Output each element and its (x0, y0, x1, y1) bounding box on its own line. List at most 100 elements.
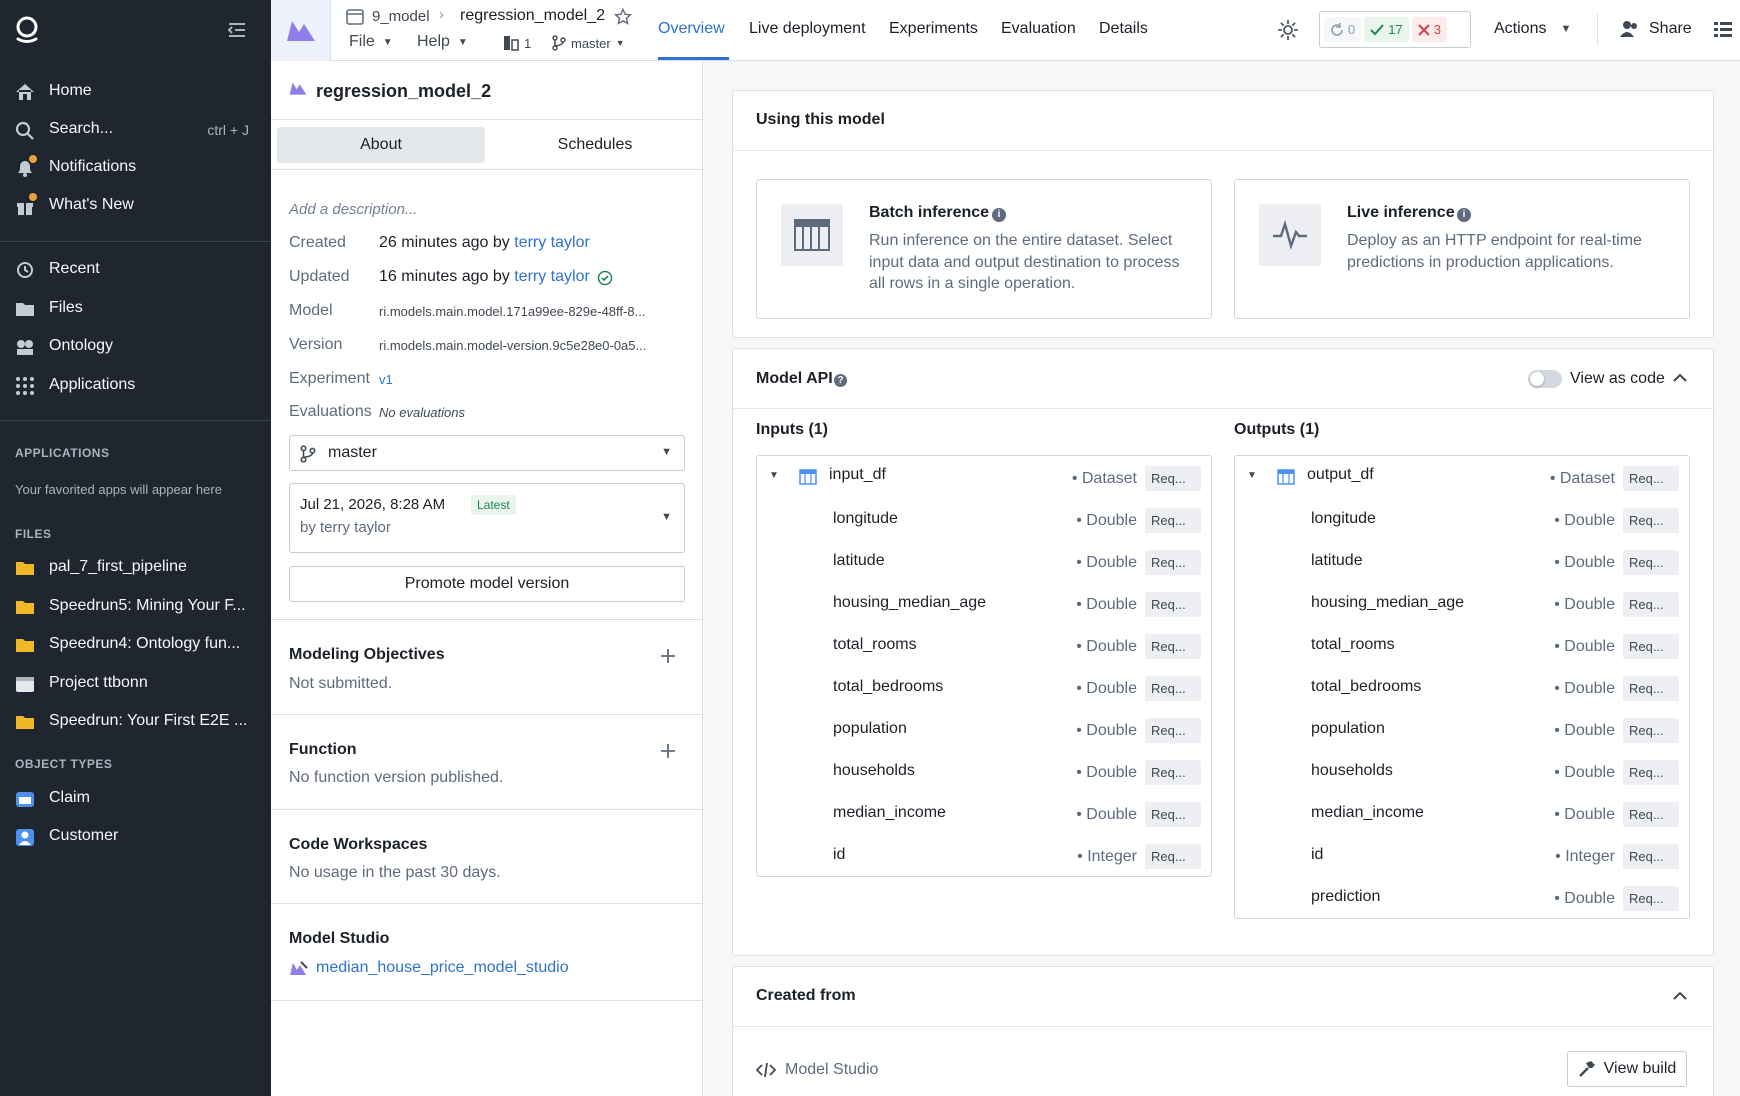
output-field-row[interactable]: latitude • Double Req... (1235, 540, 1689, 582)
info-icon[interactable]: i (992, 208, 1006, 222)
panel-list-icon[interactable] (1713, 20, 1733, 40)
output-field-row[interactable]: households • Double Req... (1235, 750, 1689, 792)
caret-down-icon[interactable]: ▼ (1247, 470, 1257, 481)
caret-down-icon[interactable]: ▼ (769, 470, 779, 481)
input-field-row[interactable]: total_rooms • Double Req... (757, 624, 1211, 666)
tab-overview[interactable]: Overview (658, 20, 725, 38)
nav-item-applications[interactable]: Applications (0, 368, 271, 404)
input-field-row[interactable]: households • Double Req... (757, 750, 1211, 792)
output-field-row[interactable]: total_bedrooms • Double Req... (1235, 666, 1689, 708)
nav-item-whats-new[interactable]: What's New (0, 188, 271, 224)
file-label: Speedrun: Your First E2E ... (49, 712, 248, 729)
nav-file-item[interactable]: Speedrun5: Mining Your F... (0, 589, 271, 625)
required-badge: Req... (1623, 718, 1679, 743)
model-studio-title: Model Studio (289, 930, 390, 947)
batch-inference-description: Run inference on the entire dataset. Sel… (869, 232, 1180, 292)
file-menu[interactable]: File ▼ (349, 33, 393, 51)
nav-item-ontology[interactable]: Ontology (0, 329, 271, 365)
breadcrumb-parent[interactable]: 9_model (372, 8, 430, 25)
chevron-down-icon: ▼ (457, 36, 468, 48)
tab-live-deployment[interactable]: Live deployment (749, 20, 866, 38)
version-count-button[interactable]: 1 (503, 35, 531, 51)
history-icon (17, 262, 33, 278)
promote-model-version-button[interactable]: Promote model version (289, 566, 685, 602)
description-input[interactable]: Add a description... (289, 201, 417, 218)
tab-experiments[interactable]: Experiments (889, 20, 978, 38)
input-field-name: latitude (833, 552, 885, 569)
nav-file-item[interactable]: Speedrun4: Ontology fun... (0, 627, 271, 663)
branch-selector[interactable]: master ▼ (552, 35, 625, 51)
nav-file-item[interactable]: pal_7_first_pipeline (0, 550, 271, 586)
experiment-link[interactable]: v1 (379, 372, 393, 387)
input-field-row[interactable]: housing_median_age • Double Req... (757, 582, 1211, 624)
tab-about[interactable]: About (277, 127, 485, 163)
branch-icon (552, 35, 566, 51)
live-inference-card[interactable]: Live inference i Deploy as an HTTP endpo… (1234, 179, 1690, 319)
output-field-row[interactable]: housing_median_age • Double Req... (1235, 582, 1689, 624)
add-objective-plus-icon[interactable] (660, 648, 676, 664)
output-field-row[interactable]: prediction • Double Req... (1235, 876, 1689, 918)
input-field-row[interactable]: total_bedrooms • Double Req... (757, 666, 1211, 708)
view-build-button[interactable]: View build (1567, 1051, 1687, 1087)
nav-object-type-claim[interactable]: Claim (0, 781, 271, 817)
input-field-row[interactable]: population • Double Req... (757, 708, 1211, 750)
input-field-type: • Double (1076, 722, 1137, 739)
evaluations-value: No evaluations (379, 405, 465, 420)
input-field-row[interactable]: latitude • Double Req... (757, 540, 1211, 582)
share-button[interactable]: Share (1619, 20, 1692, 38)
nav-file-item[interactable]: Speedrun: Your First E2E ... (0, 704, 271, 740)
input-dataset-name: input_df (829, 466, 886, 483)
view-as-code-toggle[interactable] (1528, 370, 1562, 388)
model-icon (287, 21, 315, 41)
input-field-row[interactable]: id • Integer Req... (757, 834, 1211, 876)
nav-item-files[interactable]: Files (0, 291, 271, 327)
input-field-type: • Double (1076, 596, 1137, 613)
output-dataset-row[interactable]: ▼ output_df • Dataset Req... (1235, 456, 1689, 498)
input-field-row[interactable]: longitude • Double Req... (757, 498, 1211, 540)
settings-icon[interactable] (1277, 19, 1299, 41)
output-field-row[interactable]: total_rooms • Double Req... (1235, 624, 1689, 666)
input-dataset-row[interactable]: ▼ input_df • Dataset Req... (757, 456, 1211, 498)
input-field-type: • Integer (1077, 848, 1137, 865)
logo-icon[interactable] (12, 14, 42, 44)
output-field-row[interactable]: longitude • Double Req... (1235, 498, 1689, 540)
info-icon[interactable]: i (1457, 208, 1471, 222)
nav-item-recent[interactable]: Recent (0, 252, 271, 288)
created-by-link[interactable]: terry taylor (514, 234, 590, 251)
tab-details[interactable]: Details (1099, 20, 1148, 38)
input-field-name: id (833, 846, 846, 863)
star-icon[interactable] (614, 8, 632, 26)
batch-inference-card[interactable]: Batch inference i Run inference on the e… (756, 179, 1212, 319)
batch-inference-title: Batch inference (869, 204, 990, 221)
status-failed[interactable]: 3 (1411, 17, 1447, 42)
status-pending[interactable]: 0 (1324, 17, 1362, 42)
input-field-row[interactable]: median_income • Double Req... (757, 792, 1211, 834)
tab-evaluation[interactable]: Evaluation (1001, 20, 1076, 38)
model-studio-link[interactable]: median_house_price_model_studio (316, 959, 569, 977)
nav-item-notifications[interactable]: Notifications (0, 150, 271, 186)
status-success[interactable]: 17 (1364, 17, 1409, 42)
divider (271, 619, 703, 620)
chevron-up-icon[interactable] (1673, 991, 1687, 1001)
nav-file-item[interactable]: Project ttbonn (0, 666, 271, 702)
help-icon[interactable]: ? (834, 374, 847, 387)
output-field-name: id (1311, 846, 1324, 863)
branch-select[interactable]: master ▼ (289, 435, 685, 471)
add-function-plus-icon[interactable] (660, 743, 676, 759)
created-from-source: Model Studio (785, 1061, 879, 1078)
output-field-row[interactable]: population • Double Req... (1235, 708, 1689, 750)
updated-by-link[interactable]: terry taylor (514, 268, 590, 285)
tab-schedules[interactable]: Schedules (491, 127, 699, 163)
chevron-up-icon[interactable] (1673, 373, 1687, 383)
output-field-row[interactable]: id • Integer Req... (1235, 834, 1689, 876)
function-status: No function version published. (289, 769, 504, 786)
help-menu[interactable]: Help ▼ (417, 33, 468, 51)
required-badge: Req... (1145, 844, 1201, 869)
nav-item-search[interactable]: Search... ctrl + J (0, 112, 271, 148)
nav-item-home[interactable]: Home (0, 74, 271, 110)
nav-object-type-customer[interactable]: Customer (0, 819, 271, 855)
output-field-row[interactable]: median_income • Double Req... (1235, 792, 1689, 834)
model-version-select[interactable]: Jul 21, 2026, 8:28 AM Latest by terry ta… (289, 483, 685, 553)
actions-menu[interactable]: Actions ▼ (1494, 20, 1571, 38)
collapse-sidebar-icon[interactable] (225, 18, 249, 42)
